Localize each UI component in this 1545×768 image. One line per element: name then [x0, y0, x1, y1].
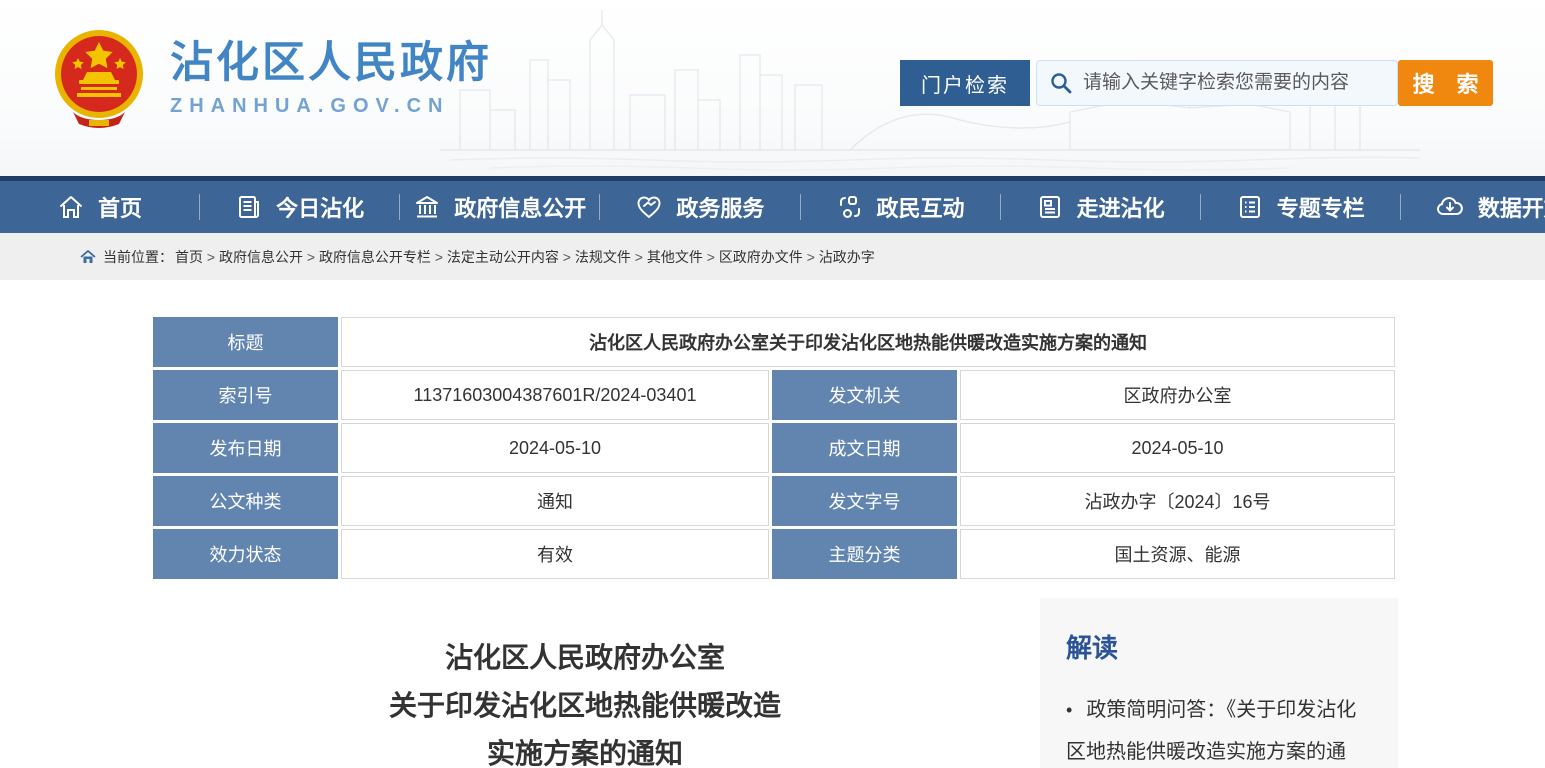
breadcrumb-item-gov-info[interactable]: 政府信息公开	[219, 247, 319, 267]
breadcrumb-prefix: 当前位置：	[103, 247, 173, 267]
meta-value-title: 沾化区人民政府办公室关于印发沾化区地热能供暖改造实施方案的通知	[341, 317, 1395, 367]
nav-item-services[interactable]: 政务服务	[600, 191, 799, 223]
breadcrumb-home-icon	[80, 250, 96, 264]
breadcrumb-item-home[interactable]: 首页	[175, 247, 219, 267]
main-content: 标题 沾化区人民政府办公室关于印发沾化区地热能供暖改造实施方案的通知 索引号 1…	[0, 280, 1545, 768]
table-row: 公文种类 通知 发文字号 沾政办字〔2024〕16号	[153, 476, 1395, 526]
nav-item-today[interactable]: 今日沾化	[200, 191, 399, 223]
search-input[interactable]	[1083, 72, 1385, 94]
nav-label: 政务服务	[676, 191, 764, 223]
nav-label: 政府信息公开	[454, 191, 586, 223]
meta-label-validity-status: 效力状态	[153, 529, 338, 579]
interpretation-link-text: 政策简明问答：《关于印发沾化区地热能供暖改造实施方案的通知》解读	[1066, 699, 1356, 768]
nav-item-interaction[interactable]: 政民互动	[801, 191, 1000, 223]
table-row: 索引号 11371603004387601R/2024-03401 发文机关 区…	[153, 370, 1395, 420]
topics-icon	[1236, 193, 1264, 221]
breadcrumb: 当前位置： 首页 政府信息公开 政府信息公开专栏 法定主动公开内容 法规文件 其…	[0, 233, 1545, 280]
breadcrumb-item-statutory[interactable]: 法定主动公开内容	[447, 247, 575, 267]
interaction-icon	[836, 193, 864, 221]
home-icon	[57, 193, 85, 221]
table-row: 效力状态 有效 主题分类 国土资源、能源	[153, 529, 1395, 579]
site-name: 沾化区人民政府	[170, 40, 492, 87]
document-title: 沾化区人民政府办公室 关于印发沾化区地热能供暖改造 实施方案的通知	[150, 634, 1020, 768]
national-emblem-icon	[53, 28, 145, 128]
nav-item-gov-info[interactable]: 政府信息公开	[400, 191, 599, 223]
document-meta-table: 标题 沾化区人民政府办公室关于印发沾化区地热能供暖改造实施方案的通知 索引号 1…	[150, 314, 1398, 582]
open-data-icon	[1435, 193, 1465, 221]
search-box	[1036, 60, 1398, 106]
search-icon	[1049, 71, 1073, 95]
meta-value-document-type: 通知	[341, 476, 769, 526]
services-icon	[635, 193, 663, 221]
meta-label-index-number: 索引号	[153, 370, 338, 420]
table-row: 发布日期 2024-05-10 成文日期 2024-05-10	[153, 423, 1395, 473]
nav-label: 政民互动	[877, 191, 965, 223]
meta-value-issuing-agency: 区政府办公室	[960, 370, 1395, 420]
national-emblem-logo[interactable]	[53, 28, 145, 133]
portal-search-button[interactable]: 门户检索	[900, 60, 1030, 106]
nav-item-topics[interactable]: 专题专栏	[1201, 191, 1400, 223]
nav-label: 走进沾化	[1077, 191, 1165, 223]
walk-in-icon	[1036, 193, 1064, 221]
meta-value-written-date: 2024-05-10	[960, 423, 1395, 473]
breadcrumb-item-zhanzhengbanzi[interactable]: 沾政办字	[819, 247, 875, 267]
site-identity: 沾化区人民政府 ZHANHUA.GOV.CN	[170, 40, 492, 118]
meta-label-publish-date: 发布日期	[153, 423, 338, 473]
nav-label: 数据开放	[1478, 191, 1545, 223]
breadcrumb-item-regulations[interactable]: 法规文件	[575, 247, 647, 267]
nav-item-home[interactable]: 首页	[0, 191, 199, 223]
meta-label-document-number: 发文字号	[772, 476, 957, 526]
interpretation-link[interactable]: •政策简明问答：《关于印发沾化区地热能供暖改造实施方案的通知》解读	[1066, 689, 1372, 768]
breadcrumb-item-gov-info-column[interactable]: 政府信息公开专栏	[319, 247, 447, 267]
site-header: 沾化区人民政府 ZHANHUA.GOV.CN 门户检索 搜 索	[0, 0, 1545, 176]
meta-value-validity-status: 有效	[341, 529, 769, 579]
main-nav: 首页 今日沾化	[0, 176, 1545, 233]
nav-label: 今日沾化	[276, 191, 364, 223]
meta-label-document-type: 公文种类	[153, 476, 338, 526]
breadcrumb-item-district-office-files[interactable]: 区政府办文件	[719, 247, 819, 267]
document-body: 沾化区人民政府办公室 关于印发沾化区地热能供暖改造 实施方案的通知	[150, 598, 1040, 768]
meta-value-subject-category: 国土资源、能源	[960, 529, 1395, 579]
nav-label: 首页	[98, 191, 142, 223]
meta-value-document-number: 沾政办字〔2024〕16号	[960, 476, 1395, 526]
meta-label-title: 标题	[153, 317, 338, 367]
meta-value-publish-date: 2024-05-10	[341, 423, 769, 473]
site-domain: ZHANHUA.GOV.CN	[170, 95, 492, 118]
meta-label-subject-category: 主题分类	[772, 529, 957, 579]
document-title-line2: 关于印发沾化区地热能供暖改造	[150, 682, 1020, 730]
nav-item-walk-in[interactable]: 走进沾化	[1001, 191, 1200, 223]
bullet-icon: •	[1066, 700, 1072, 720]
search-zone: 门户检索 搜 索	[900, 60, 1493, 106]
search-button[interactable]: 搜 索	[1398, 60, 1493, 106]
nav-item-open-data[interactable]: 数据开放	[1401, 191, 1545, 223]
meta-label-issuing-agency: 发文机关	[772, 370, 957, 420]
document-title-line3: 实施方案的通知	[150, 730, 1020, 768]
interpretation-sidebar: 解读 •政策简明问答：《关于印发沾化区地热能供暖改造实施方案的通知》解读	[1040, 598, 1398, 768]
meta-value-index-number: 11371603004387601R/2024-03401	[341, 370, 769, 420]
news-icon	[235, 193, 263, 221]
meta-label-written-date: 成文日期	[772, 423, 957, 473]
document-title-line1: 沾化区人民政府办公室	[150, 634, 1020, 682]
gov-info-icon	[413, 193, 441, 221]
table-row: 标题 沾化区人民政府办公室关于印发沾化区地热能供暖改造实施方案的通知	[153, 317, 1395, 367]
nav-label: 专题专栏	[1277, 191, 1365, 223]
interpretation-title: 解读	[1066, 628, 1372, 665]
breadcrumb-item-other-files[interactable]: 其他文件	[647, 247, 719, 267]
